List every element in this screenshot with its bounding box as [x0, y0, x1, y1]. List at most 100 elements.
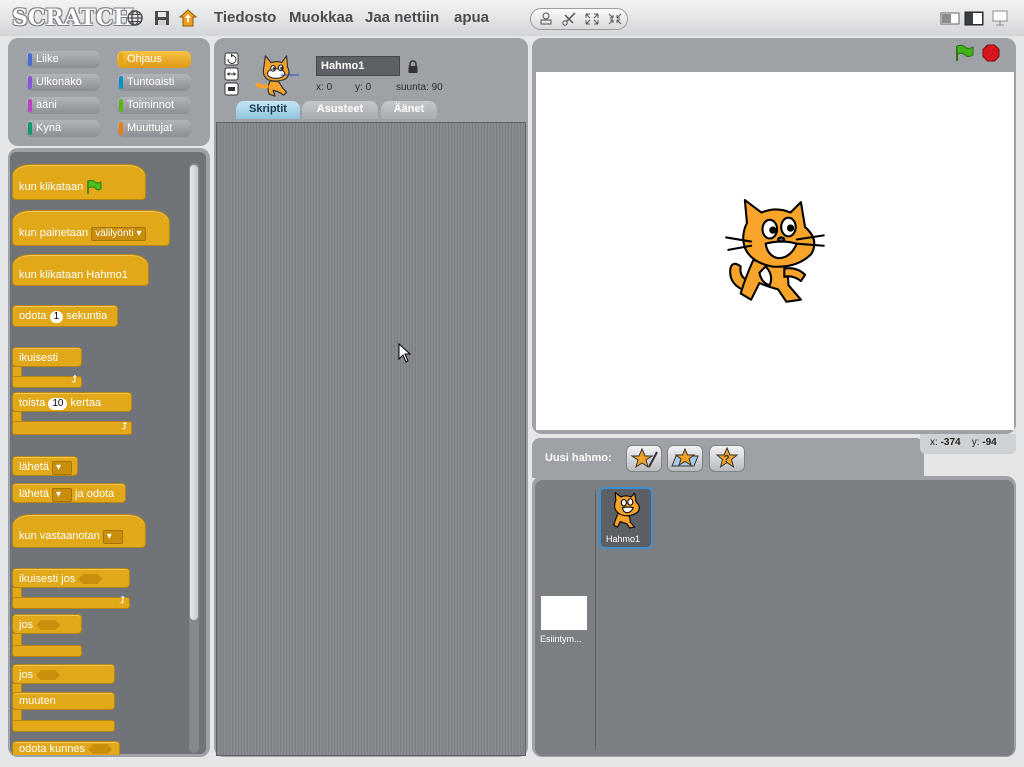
globe-icon[interactable] — [126, 9, 144, 27]
broadcast-dropdown[interactable] — [52, 488, 73, 502]
menu-edit[interactable]: Muokkaa — [289, 9, 353, 26]
category-color-bar — [28, 122, 32, 135]
green-flag-icon[interactable] — [954, 44, 974, 62]
small-stage-icon[interactable] — [940, 10, 960, 26]
block-if-else-else: muuten — [12, 692, 115, 710]
category-color-bar — [119, 99, 123, 112]
condition-slot[interactable] — [36, 620, 61, 631]
category-color-bar — [28, 76, 32, 89]
stage[interactable] — [536, 72, 1014, 430]
block-text: jos — [19, 619, 34, 631]
stop-icon[interactable] — [982, 44, 1000, 62]
category-color-bar — [28, 53, 32, 66]
key-dropdown[interactable]: välilyönti — [91, 227, 146, 241]
sprite-thumbnail — [254, 55, 300, 97]
condition-slot[interactable] — [88, 744, 113, 755]
block-text: kun klikataan — [19, 181, 84, 193]
block-broadcast[interactable]: lähetä — [12, 456, 78, 476]
block-text: kertaa — [70, 397, 102, 409]
no-rotate-icon[interactable] — [224, 82, 239, 96]
block-forever-if[interactable]: ikuisesti jos — [12, 568, 130, 588]
choose-sprite-icon — [671, 447, 699, 467]
block-if[interactable]: jos — [12, 614, 82, 634]
block-wait-seconds[interactable]: odota 1 sekuntia — [12, 305, 118, 327]
category-color-bar — [119, 53, 123, 66]
scratch-logo: SCRATCH — [12, 5, 135, 31]
sprite-list-item-hahmo1[interactable]: Hahmo1 — [599, 487, 653, 549]
block-text: ikuisesti — [19, 352, 59, 364]
block-if-else[interactable]: jos — [12, 664, 115, 684]
category-looks[interactable]: Ulkonäkö — [26, 74, 100, 91]
block-text: ja odota — [75, 488, 115, 500]
block-if-foot — [12, 645, 82, 657]
palette-scrollbar[interactable] — [189, 163, 199, 753]
choose-sprite-button[interactable] — [667, 445, 703, 472]
category-label: Ulkonäkö — [36, 76, 82, 88]
lock-icon[interactable] — [407, 60, 419, 74]
coord-label: y: — [355, 82, 363, 93]
mouse-position-readout: x: -374 y: -94 — [920, 434, 1016, 454]
block-repeat[interactable]: toista 10 kertaa — [12, 392, 132, 412]
paint-sprite-icon — [630, 447, 658, 469]
top-bar: SCRATCH Tiedosto Muokkaa Jaa nettiin apu… — [0, 0, 1024, 36]
broadcast-dropdown[interactable] — [52, 461, 73, 475]
tab-costumes[interactable]: Asusteet — [302, 101, 378, 119]
cat-sprite[interactable] — [724, 198, 828, 308]
block-when-i-receive[interactable]: kun vastaanotan — [12, 514, 146, 548]
receive-dropdown[interactable] — [102, 530, 123, 544]
rotate-all-around-icon[interactable] — [224, 52, 239, 66]
menu-help[interactable]: apua — [454, 9, 489, 26]
category-operators[interactable]: Toiminnot — [117, 97, 191, 114]
left-right-icon[interactable] — [224, 67, 239, 81]
category-control[interactable]: Ohjaus — [117, 51, 191, 68]
save-icon[interactable] — [153, 9, 171, 27]
block-text: ikuisesti jos — [19, 573, 76, 585]
category-variables[interactable]: Muuttujat — [117, 120, 191, 137]
edit-mode-toolbar — [530, 8, 628, 30]
block-when-flag-clicked[interactable]: kun klikataan — [12, 164, 146, 200]
menu-share[interactable]: Jaa nettiin — [365, 9, 439, 26]
paint-sprite-button[interactable] — [626, 445, 662, 472]
loop-arrow-icon: ⮥ — [71, 374, 77, 385]
repeat-input[interactable]: 10 — [48, 398, 68, 410]
condition-slot[interactable] — [78, 574, 103, 585]
category-label: Tuntoaisti — [127, 76, 175, 88]
category-label: Kynä — [36, 122, 62, 134]
coord-value: 0 — [365, 82, 372, 93]
sprite-name-field[interactable]: Hahmo1 — [316, 56, 400, 76]
sprite-list-item-label: Hahmo1 — [606, 534, 641, 544]
stage-thumbnail[interactable] — [541, 596, 587, 630]
tab-scripts[interactable]: Skriptit — [236, 101, 300, 119]
block-forever[interactable]: ikuisesti — [12, 347, 82, 367]
share-icon[interactable] — [179, 9, 197, 27]
block-if-else-foot — [12, 720, 115, 732]
category-color-bar — [119, 76, 123, 89]
shrink-icon[interactable] — [606, 11, 624, 27]
palette-scrollbar-thumb[interactable] — [190, 165, 198, 620]
block-when-sprite-clicked[interactable]: kun klikataan Hahmo1 — [12, 254, 149, 286]
block-text: lähetä — [19, 461, 49, 473]
presentation-mode-icon[interactable] — [990, 10, 1010, 26]
tab-sounds[interactable]: Äänet — [381, 101, 437, 119]
category-sensing[interactable]: Tuntoaisti — [117, 74, 191, 91]
random-sprite-button[interactable]: ? — [709, 445, 745, 472]
scissors-icon[interactable] — [560, 11, 578, 27]
block-when-key-pressed[interactable]: kun painetaan välilyönti — [12, 210, 170, 246]
category-motion[interactable]: Liike — [26, 51, 100, 68]
wait-input[interactable]: 1 — [49, 311, 64, 323]
category-sound[interactable]: ääni — [26, 97, 100, 114]
grow-icon[interactable] — [583, 11, 601, 27]
block-wait-until[interactable]: odota kunnes — [12, 741, 120, 755]
block-text: sekuntia — [66, 310, 108, 322]
block-text: lähetä — [19, 488, 49, 500]
normal-stage-icon[interactable] — [964, 10, 984, 26]
block-text: muuten — [19, 695, 56, 707]
menu-file[interactable]: Tiedosto — [214, 9, 276, 26]
loop-arrow-icon: ⮥ — [119, 595, 125, 606]
stamp-icon[interactable] — [537, 11, 555, 27]
block-broadcast-and-wait[interactable]: lähetä ja odota — [12, 483, 126, 503]
svg-text:?: ? — [724, 454, 730, 465]
scripts-area[interactable] — [216, 122, 526, 756]
category-pen[interactable]: Kynä — [26, 120, 100, 137]
condition-slot[interactable] — [36, 670, 61, 681]
